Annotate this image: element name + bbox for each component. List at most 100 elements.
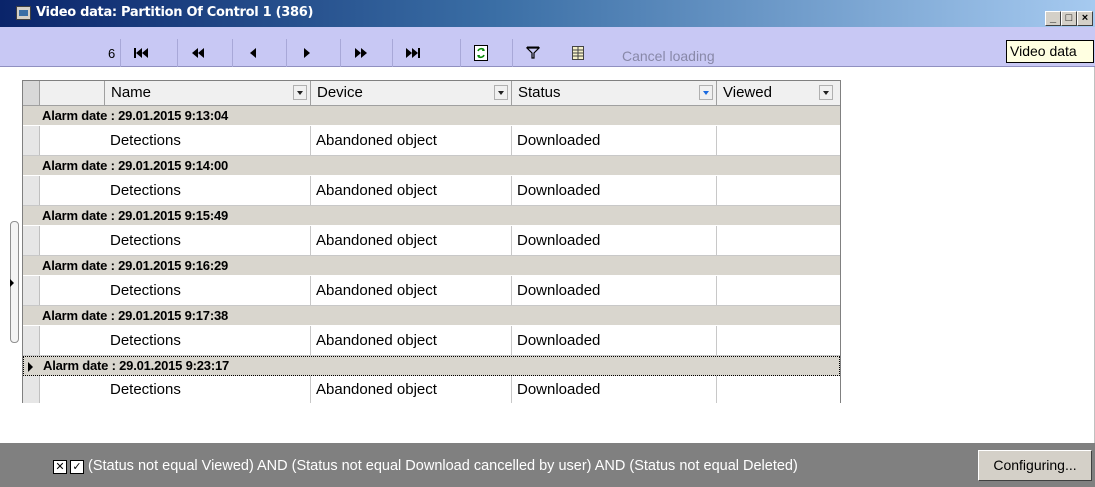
column-header-viewed[interactable]: Viewed [717,81,840,105]
group-header-text: Alarm date : 29.01.2015 9:23:17 [43,358,230,373]
group-row[interactable]: Alarm date : 29.01.2015 9:17:38 [23,306,840,326]
column-header-name[interactable]: Name [105,81,311,105]
video-data-grid: Name Device Status Viewed Alarm date : 2… [22,80,841,403]
group-row[interactable]: Alarm date : 29.01.2015 9:16:29 [23,256,840,276]
table-row[interactable]: Detections Abandoned object Downloaded [23,126,840,156]
close-button[interactable]: × [1077,11,1093,26]
cell-viewed[interactable] [717,276,840,305]
last-record-button[interactable] [392,39,432,67]
cell-name[interactable]: Detections [105,176,311,205]
group-header-text: Alarm date : 29.01.2015 9:13:04 [42,108,229,123]
column-header-name-label: Name [111,84,152,101]
cell-device[interactable]: Abandoned object [311,126,512,155]
chevron-down-icon[interactable] [293,85,307,100]
cell-viewed[interactable] [717,326,840,355]
previous-icon [249,48,256,58]
group-header-text: Alarm date : 29.01.2015 9:16:29 [42,258,229,273]
table-row[interactable]: Detections Abandoned object Downloaded [23,376,840,403]
cancel-loading-button[interactable]: Cancel loading [622,48,715,64]
filter-bar: ✕ ✓ (Status not equal Viewed) AND (Statu… [0,443,1095,487]
maximize-button[interactable]: □ [1061,11,1077,26]
cell-status[interactable]: Downloaded [512,326,717,355]
group-row[interactable]: Alarm date : 29.01.2015 9:15:49 [23,206,840,226]
rewind-icon [191,48,204,58]
cell-name[interactable]: Detections [105,376,311,403]
filter-button[interactable] [512,39,552,67]
tooltip: Video data [1006,40,1094,63]
row-indicator[interactable] [23,276,40,305]
app-window-icon [16,6,31,20]
group-row[interactable]: Alarm date : 29.01.2015 9:14:00 [23,156,840,176]
cell-device[interactable]: Abandoned object [311,276,512,305]
cell-device[interactable]: Abandoned object [311,226,512,255]
refresh-icon [473,45,488,61]
table-row[interactable]: Detections Abandoned object Downloaded [23,276,840,306]
cell-device[interactable]: Abandoned object [311,176,512,205]
window-controls: _ □ × [1045,11,1093,26]
configuring-button[interactable]: Configuring... [978,450,1092,481]
next-page-button[interactable] [340,39,380,67]
cell-viewed[interactable] [717,376,840,403]
column-header-status[interactable]: Status [512,81,717,105]
title-bar: Video data: Partition Of Control 1 (386)… [0,0,1095,27]
filter-icon [525,46,540,59]
cell-name[interactable]: Detections [105,276,311,305]
group-row-current[interactable]: Alarm date : 29.01.2015 9:23:17 [23,356,840,376]
chevron-down-icon[interactable] [494,85,508,100]
table-row[interactable]: Detections Abandoned object Downloaded [23,226,840,256]
fast-forward-icon [354,48,367,58]
filter-enabled-checkbox[interactable]: ✓ [70,460,84,474]
filter-expression[interactable]: (Status not equal Viewed) AND (Status no… [88,458,798,474]
window-title: Video data: Partition Of Control 1 (386) [36,5,314,20]
group-row[interactable]: Alarm date : 29.01.2015 9:13:04 [23,106,840,126]
header-indicator [39,81,105,105]
previous-record-button[interactable] [232,39,272,67]
group-header-text: Alarm date : 29.01.2015 9:15:49 [42,208,229,223]
row-indicator[interactable] [23,376,40,403]
cell-name[interactable]: Detections [105,126,311,155]
cell-name[interactable]: Detections [105,226,311,255]
splitter[interactable] [6,72,23,343]
cell-viewed[interactable] [717,226,840,255]
cell-name[interactable]: Detections [105,326,311,355]
cell-viewed[interactable] [717,126,840,155]
chevron-down-icon[interactable] [699,85,713,100]
last-record-icon [405,48,420,58]
row-indicator[interactable] [23,326,40,355]
clear-filter-icon[interactable]: ✕ [53,460,67,474]
next-icon [303,48,310,58]
cell-viewed[interactable] [717,176,840,205]
expand-arrow-icon[interactable] [10,279,14,287]
header-corner [23,81,40,105]
grid-header: Name Device Status Viewed [23,81,840,106]
row-indicator[interactable] [23,226,40,255]
columns-icon [572,46,584,60]
column-header-device[interactable]: Device [311,81,512,105]
next-record-button[interactable] [286,39,326,67]
cell-device[interactable]: Abandoned object [311,326,512,355]
refresh-button[interactable] [460,39,500,67]
column-header-viewed-label: Viewed [723,84,772,101]
column-header-device-label: Device [317,84,363,101]
group-header-text: Alarm date : 29.01.2015 9:14:00 [42,158,229,173]
table-row[interactable]: Detections Abandoned object Downloaded [23,326,840,356]
cell-status[interactable]: Downloaded [512,126,717,155]
cell-device[interactable]: Abandoned object [311,376,512,403]
cell-status[interactable]: Downloaded [512,176,717,205]
cell-status[interactable]: Downloaded [512,276,717,305]
column-header-status-label: Status [518,84,561,101]
first-record-icon [133,48,148,58]
table-row[interactable]: Detections Abandoned object Downloaded [23,176,840,206]
cell-status[interactable]: Downloaded [512,226,717,255]
cell-status[interactable]: Downloaded [512,376,717,403]
previous-page-button[interactable] [177,39,217,67]
record-number: 6 [108,46,116,61]
row-indicator[interactable] [23,126,40,155]
row-indicator[interactable] [23,176,40,205]
group-header-text: Alarm date : 29.01.2015 9:17:38 [42,308,229,323]
columns-button[interactable] [566,39,590,67]
navigation-toolbar: 6 Cancel loading [0,27,1095,67]
chevron-down-icon[interactable] [819,85,833,100]
minimize-button[interactable]: _ [1045,11,1061,26]
first-record-button[interactable] [120,39,160,67]
